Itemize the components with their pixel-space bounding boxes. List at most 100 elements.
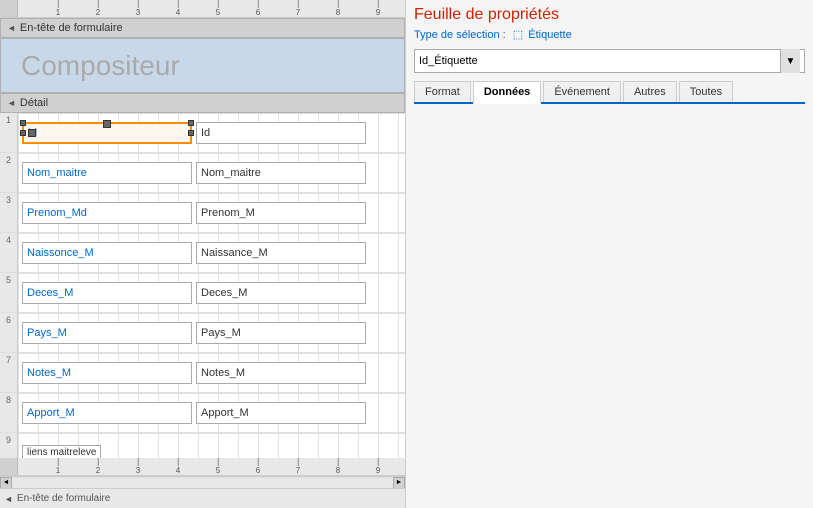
detail-area: 1 2 3 4 5 6 7 8 9 <box>0 113 405 458</box>
resize-handle-tr[interactable] <box>188 120 194 126</box>
field-row-liens: liens maitreleve <box>18 433 405 458</box>
bottom-ruler: 1 2 3 4 5 6 7 8 9 <box>0 458 405 476</box>
id-etiquette-dropdown[interactable]: Id_Étiquette ▼ <box>414 49 805 73</box>
control-apport-text: Apport_M <box>201 407 249 419</box>
ruler-tick-5: 5 <box>216 0 220 17</box>
label-deces-text: Deces_M <box>27 287 73 299</box>
row-label-1: 1 <box>0 113 17 153</box>
header-section-label: En-tête de formulaire <box>20 22 123 34</box>
scroll-left-button[interactable]: ◄ <box>0 477 12 489</box>
field-control-pays[interactable]: Pays_M <box>196 322 366 344</box>
properties-panel: Feuille de propriétés Type de sélection … <box>405 0 813 508</box>
resize-handle-r[interactable] <box>188 130 194 136</box>
bottom-ruler-corner <box>0 458 18 476</box>
control-notes-text: Notes_M <box>201 367 245 379</box>
field-label-notes[interactable]: Notes_M <box>22 362 192 384</box>
field-control-id[interactable]: Id <box>196 122 366 144</box>
row-label-2: 2 <box>0 153 17 193</box>
b-tick-5: 5 <box>216 458 220 475</box>
control-deces-text: Deces_M <box>201 287 247 299</box>
b-tick-1: 1 <box>56 458 60 475</box>
field-control-deces[interactable]: Deces_M <box>196 282 366 304</box>
ruler-tick-7: 7 <box>296 0 300 17</box>
subtitle-value: Étiquette <box>528 29 571 41</box>
top-ruler: 1 2 3 4 5 6 7 8 9 <box>0 0 405 18</box>
field-label-pays[interactable]: Pays_M <box>22 322 192 344</box>
tab-autres[interactable]: Autres <box>623 81 677 102</box>
tab-evenement[interactable]: Événement <box>543 81 621 102</box>
header-content-area[interactable]: Compositeur <box>0 38 405 93</box>
fields-area: Id Id Nom_maitre Nom_maitre <box>18 113 405 458</box>
field-label-deces[interactable]: Deces_M <box>22 282 192 304</box>
ruler-tick-1: 1 <box>56 0 60 17</box>
field-row-notes[interactable]: Notes_M Notes_M <box>18 353 405 393</box>
field-row-nom[interactable]: Nom_maitre Nom_maitre <box>18 153 405 193</box>
row-label-3: 3 <box>0 193 17 233</box>
row-labels: 1 2 3 4 5 6 7 8 9 <box>0 113 18 458</box>
row-label-8: 8 <box>0 393 17 433</box>
field-label-nom[interactable]: Nom_maitre <box>22 162 192 184</box>
footer-arrow: ◄ <box>4 494 13 504</box>
label-nom-text: Nom_maitre <box>27 167 87 179</box>
scroll-right-button[interactable]: ► <box>393 477 405 489</box>
field-control-prenom[interactable]: Prenom_M <box>196 202 366 224</box>
control-id-text: Id <box>201 127 210 139</box>
detail-section-bar: ◄ Détail <box>0 93 405 113</box>
b-tick-6: 6 <box>256 458 260 475</box>
footer-label: En-tête de formulaire <box>17 493 110 504</box>
field-row-deces[interactable]: Deces_M Deces_M <box>18 273 405 313</box>
field-label-apport[interactable]: Apport_M <box>22 402 192 424</box>
label-prenom-text: Prenom_Md <box>27 207 87 219</box>
composer-title: Compositeur <box>21 50 180 82</box>
header-section-bar: ◄ En-tête de formulaire <box>0 18 405 38</box>
ruler-tick-3: 3 <box>136 0 140 17</box>
label-id-text: Id <box>28 127 37 139</box>
control-prenom-text: Prenom_M <box>201 207 255 219</box>
row-label-4: 4 <box>0 233 17 273</box>
field-control-notes[interactable]: Notes_M <box>196 362 366 384</box>
control-naissance-text: Naissance_M <box>201 247 268 259</box>
b-tick-2: 2 <box>96 458 100 475</box>
form-designer: 1 2 3 4 5 6 7 8 9 ◄ En-tête de formulair… <box>0 0 405 508</box>
liens-label: liens maitreleve <box>22 445 101 458</box>
ruler-horizontal: 1 2 3 4 5 6 7 8 9 <box>18 0 405 17</box>
field-label-naissance[interactable]: Naissonce_M <box>22 242 192 264</box>
scroll-track[interactable] <box>12 478 393 488</box>
field-row-id[interactable]: Id Id <box>18 113 405 153</box>
footer-bar: ◄ En-tête de formulaire <box>0 488 405 508</box>
field-control-nom[interactable]: Nom_maitre <box>196 162 366 184</box>
field-label-id[interactable]: Id <box>22 122 192 144</box>
b-tick-4: 4 <box>176 458 180 475</box>
control-pays-text: Pays_M <box>201 327 241 339</box>
tab-donnees[interactable]: Données <box>473 81 541 104</box>
dropdown-value: Id_Étiquette <box>419 55 478 67</box>
label-pays-text: Pays_M <box>27 327 67 339</box>
tab-toutes[interactable]: Toutes <box>679 81 733 102</box>
properties-title: Feuille de propriétés <box>414 6 805 24</box>
field-row-naissance[interactable]: Naissonce_M Naissance_M <box>18 233 405 273</box>
row-label-5: 5 <box>0 273 17 313</box>
subtitle-prefix: Type de sélection : <box>414 29 506 41</box>
ruler-tick-6: 6 <box>256 0 260 17</box>
label-apport-text: Apport_M <box>27 407 75 419</box>
field-control-apport[interactable]: Apport_M <box>196 402 366 424</box>
label-notes-text: Notes_M <box>27 367 71 379</box>
field-row-apport[interactable]: Apport_M Apport_M <box>18 393 405 433</box>
detail-arrow: ◄ <box>7 98 16 108</box>
horizontal-scrollbar[interactable]: ◄ ► <box>0 476 405 488</box>
tab-format[interactable]: Format <box>414 81 471 102</box>
resize-handle-tl[interactable] <box>20 120 26 126</box>
field-row-pays[interactable]: Pays_M Pays_M <box>18 313 405 353</box>
ruler-tick-9: 9 <box>376 0 380 17</box>
field-row-prenom[interactable]: Prenom_Md Prenom_M <box>18 193 405 233</box>
form-content: ◄ En-tête de formulaire Compositeur ◄ Dé… <box>0 18 405 458</box>
b-tick-7: 7 <box>296 458 300 475</box>
ruler-tick-4: 4 <box>176 0 180 17</box>
resize-handle-l[interactable] <box>20 130 26 136</box>
dropdown-arrow-icon[interactable]: ▼ <box>780 49 800 73</box>
b-tick-3: 3 <box>136 458 140 475</box>
ruler-tick-8: 8 <box>336 0 340 17</box>
subtitle-cursor-icon: ⬚ <box>513 29 523 41</box>
field-label-prenom[interactable]: Prenom_Md <box>22 202 192 224</box>
field-control-naissance[interactable]: Naissance_M <box>196 242 366 264</box>
